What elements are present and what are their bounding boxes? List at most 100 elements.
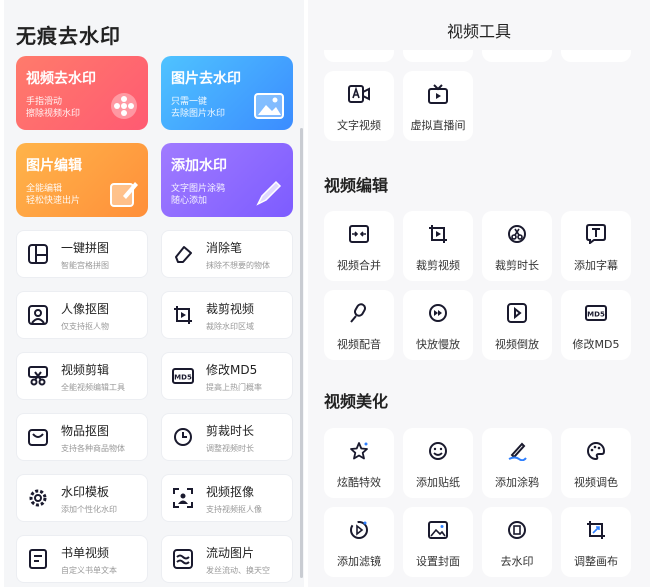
tool-subtitle: 提高上热门概率	[206, 383, 262, 392]
image-edit-card[interactable]: 图片编辑 全能编辑 轻松快速出片	[16, 143, 148, 217]
scrolled-tile	[324, 50, 394, 62]
tool-label: 去水印	[500, 555, 534, 568]
feature-title: 图片去水印	[171, 71, 241, 87]
video-watermark-remove-card[interactable]: 视频去水印 手指滑动 擦除视频水印	[16, 56, 148, 130]
scrolled-tile	[482, 50, 552, 62]
tool-set-cover[interactable]: 设置封面	[403, 507, 473, 577]
tool-title: 裁剪视频	[206, 302, 255, 316]
image-watermark-remove-card[interactable]: 图片去水印 只需一键 去除图片水印	[161, 56, 293, 130]
eraser-icon	[172, 243, 194, 265]
scissors-circle-icon	[506, 223, 528, 245]
scissors-icon	[27, 365, 49, 387]
tool-title: 修改MD5	[206, 363, 258, 377]
tool-add-filter[interactable]: 添加滤镜	[324, 507, 394, 577]
section-title-video-beautify: 视频美化	[324, 392, 389, 411]
merge-icon	[348, 223, 370, 245]
tool-label: 添加涂鸦	[495, 476, 539, 489]
svg-text:MD5: MD5	[587, 311, 605, 319]
tool-card-eraser[interactable]: 消除笔 抹除不想要的物体	[161, 230, 293, 278]
image-icon	[253, 90, 285, 122]
feature-subtitle: 轻松快速出片	[26, 196, 81, 206]
tool-subtitle: 仅支持抠人物	[61, 322, 109, 331]
smiley-icon	[427, 440, 449, 462]
tool-label: 视频配音	[337, 338, 381, 351]
tool-label: 裁剪时长	[495, 259, 539, 272]
scrolled-tile	[403, 50, 473, 62]
tool-remove-watermark[interactable]: 去水印	[482, 507, 552, 577]
tool-card-trim-duration[interactable]: 剪裁时长 调整视频时长	[161, 413, 293, 461]
tool-crop-video[interactable]: 裁剪视频	[403, 211, 473, 281]
tool-subtitle: 支持各种商品物体	[61, 444, 125, 453]
tool-text-video[interactable]: 文字视频	[324, 71, 394, 141]
tool-video-merge[interactable]: 视频合并	[324, 211, 394, 281]
tool-card-object-cutout[interactable]: 物品抠图 支持各种商品物体	[16, 413, 148, 461]
tool-modify-md5[interactable]: MD5 修改MD5	[561, 290, 631, 360]
star-effect-icon	[348, 440, 370, 462]
video-tools-screen: 视频工具 文字视频 虚拟直播间 视频编辑 视频合并 裁剪视频 裁剪时长 添加字幕…	[308, 0, 650, 587]
tool-card-collage[interactable]: 一键拼图 智能宫格拼图	[16, 230, 148, 278]
tool-title: 书单视频	[61, 546, 110, 560]
tool-label: 调整画布	[574, 555, 618, 568]
tool-voiceover[interactable]: 视频配音	[324, 290, 394, 360]
gear-icon	[27, 487, 49, 509]
tool-add-subtitle[interactable]: 添加字幕	[561, 211, 631, 281]
book-icon	[27, 548, 49, 570]
section-title-video-edit: 视频编辑	[324, 176, 389, 195]
tool-add-doodle[interactable]: 添加涂鸦	[482, 428, 552, 498]
home-screen: 无痕去水印 视频去水印 手指滑动 擦除视频水印 图片去水印 只需一键 去除图片水…	[4, 0, 304, 587]
tool-trim-duration[interactable]: 裁剪时长	[482, 211, 552, 281]
tool-label: 视频倒放	[495, 338, 539, 351]
crop-icon	[427, 223, 449, 245]
tool-subtitle: 抹除不想要的物体	[206, 261, 270, 270]
tool-card-portrait-cutout[interactable]: 人像抠图 仅支持抠人物	[16, 291, 148, 339]
tv-icon	[427, 83, 449, 105]
tool-subtitle: 智能宫格拼图	[61, 261, 109, 270]
tool-card-flowing-image[interactable]: 流动图片 发丝流动、换天空	[161, 535, 293, 583]
tool-subtitle: 自定义书单文本	[61, 566, 117, 575]
voiceover-icon	[348, 302, 370, 324]
feature-subtitle: 擦除视频水印	[26, 109, 81, 119]
scrolled-tile	[561, 50, 631, 62]
tool-label: 视频调色	[574, 476, 618, 489]
palette-icon	[585, 440, 607, 462]
add-watermark-card[interactable]: 添加水印 文字图片涂鸦 随心添加	[161, 143, 293, 217]
page-title: 视频工具	[446, 22, 511, 41]
feature-subtitle: 去除图片水印	[171, 109, 226, 119]
tool-label: 添加滤镜	[337, 555, 381, 568]
tool-color-grade[interactable]: 视频调色	[561, 428, 631, 498]
tool-title: 人像抠图	[61, 302, 110, 316]
scrollbar[interactable]	[300, 128, 303, 578]
app-title: 无痕去水印	[16, 24, 121, 48]
tool-adjust-canvas[interactable]: 调整画布	[561, 507, 631, 577]
reverse-icon	[506, 302, 528, 324]
tool-cool-effects[interactable]: 炫酷特效	[324, 428, 394, 498]
tool-title: 视频抠像	[206, 485, 255, 499]
tool-title: 视频剪辑	[61, 363, 110, 377]
tool-card-md5[interactable]: MD5 修改MD5 提高上热门概率	[161, 352, 293, 400]
tool-reverse[interactable]: 视频倒放	[482, 290, 552, 360]
svg-text:MD5: MD5	[174, 374, 192, 382]
tool-speed[interactable]: 快放慢放	[403, 290, 473, 360]
tool-label: 设置封面	[416, 555, 460, 568]
tool-card-watermark-template[interactable]: 水印模板 添加个性化水印	[16, 474, 148, 522]
filter-icon	[348, 519, 370, 541]
fast-forward-icon	[427, 302, 449, 324]
feature-subtitle: 随心添加	[171, 196, 208, 206]
tool-label: 炫酷特效	[337, 476, 381, 489]
tool-label: 虚拟直播间	[410, 119, 466, 132]
tool-add-sticker[interactable]: 添加贴纸	[403, 428, 473, 498]
tool-card-crop-video[interactable]: 裁剪视频 裁除水印区域	[161, 291, 293, 339]
tool-subtitle: 裁除水印区域	[206, 322, 254, 331]
tool-card-booklist-video[interactable]: 书单视频 自定义书单文本	[16, 535, 148, 583]
film-reel-icon	[108, 90, 140, 122]
tool-card-video-edit[interactable]: 视频剪辑 全能视频编辑工具	[16, 352, 148, 400]
tool-card-video-matting[interactable]: 视频抠像 支持视频抠人像	[161, 474, 293, 522]
tool-label: 视频合并	[337, 259, 381, 272]
feature-title: 视频去水印	[26, 71, 96, 87]
clock-icon	[172, 426, 194, 448]
md5-icon: MD5	[172, 365, 194, 387]
portrait-icon	[27, 304, 49, 326]
subtitle-icon	[585, 223, 607, 245]
tool-title: 物品抠图	[61, 424, 110, 438]
tool-virtual-live[interactable]: 虚拟直播间	[403, 71, 473, 141]
